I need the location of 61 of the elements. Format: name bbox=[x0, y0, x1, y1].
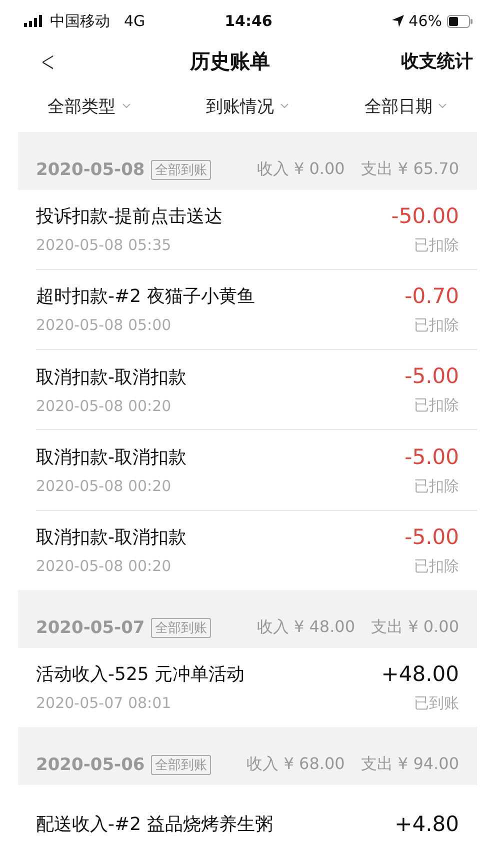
transaction-amount: -50.00 bbox=[391, 204, 459, 228]
filter-dropdown[interactable]: 全部类型 bbox=[48, 94, 131, 118]
income-total: 收入 ¥ 48.00 bbox=[256, 616, 356, 638]
transaction-status: 已扣除 bbox=[414, 316, 459, 335]
transaction-title: 投诉扣款-提前点击送达 bbox=[36, 205, 222, 228]
transaction-status: 已扣除 bbox=[414, 476, 459, 496]
transaction-status: 已扣除 bbox=[414, 236, 459, 255]
transaction-time: 2020-05-08 00:20 bbox=[36, 557, 172, 576]
back-button[interactable]: < bbox=[40, 44, 55, 78]
transaction-status: 已扣除 bbox=[414, 556, 459, 576]
group-date: 2020-05-07 bbox=[36, 618, 145, 638]
transaction-row[interactable]: 取消扣款-取消扣款 2020-05-08 00:20 -5.00 已扣除 bbox=[36, 510, 477, 590]
status-tag: 全部到账 bbox=[150, 754, 211, 775]
statistics-link[interactable]: 收支统计 bbox=[401, 49, 473, 74]
transaction-title: 取消扣款-取消扣款 bbox=[36, 526, 186, 550]
group-date: 2020-05-08 bbox=[36, 160, 145, 180]
transaction-amount: +4.80 bbox=[394, 812, 459, 836]
battery-icon bbox=[447, 14, 473, 28]
page-title: 历史账单 bbox=[190, 48, 270, 75]
transaction-time: 2020-05-08 00:20 bbox=[36, 396, 172, 415]
income-total: 收入 ¥ 0.00 bbox=[256, 158, 345, 180]
expense-total: 支出 ¥ 65.70 bbox=[360, 158, 459, 180]
income-total: 收入 ¥ 68.00 bbox=[246, 754, 345, 775]
signal-icon bbox=[24, 15, 44, 28]
transaction-row[interactable]: 配送收入-#2 益品烧烤养生粥 +4.80 bbox=[36, 784, 477, 864]
battery-percent: 46% bbox=[408, 12, 442, 30]
chevron-down-icon bbox=[280, 103, 289, 110]
transaction-title: 取消扣款-取消扣款 bbox=[36, 446, 186, 470]
transaction-time: 2020-05-07 08:01 bbox=[36, 694, 172, 712]
transaction-status: 已扣除 bbox=[414, 396, 459, 416]
transaction-amount: +48.00 bbox=[381, 662, 459, 686]
transaction-time: 2020-05-08 05:35 bbox=[36, 236, 172, 254]
status-tag: 全部到账 bbox=[150, 160, 211, 180]
expense-total: 支出 ¥ 94.00 bbox=[360, 754, 459, 775]
transaction-amount: -0.70 bbox=[404, 284, 459, 308]
transaction-status: 已到账 bbox=[414, 694, 459, 713]
carrier-name: 中国移动 bbox=[50, 12, 110, 31]
transaction-title: 配送收入-#2 益品烧烤养生粥 bbox=[36, 813, 273, 836]
network-type: 4G bbox=[124, 12, 146, 30]
filter-dropdown[interactable]: 到账情况 bbox=[206, 94, 289, 118]
transaction-title: 取消扣款-取消扣款 bbox=[36, 366, 186, 389]
expense-total: 支出 ¥ 0.00 bbox=[371, 616, 459, 638]
transaction-row[interactable]: 超时扣款-#2 夜猫子小黄鱼 2020-05-08 05:00 -0.70 已扣除 bbox=[36, 270, 477, 350]
transaction-row[interactable]: 取消扣款-取消扣款 2020-05-08 00:20 -5.00 已扣除 bbox=[36, 430, 477, 511]
transaction-title: 活动收入-525 元冲单活动 bbox=[36, 663, 245, 686]
chevron-down-icon bbox=[438, 103, 448, 110]
transaction-amount: -5.00 bbox=[404, 444, 459, 469]
group-date: 2020-05-06 bbox=[36, 754, 145, 775]
transaction-row[interactable]: 投诉扣款-提前点击送达 2020-05-08 05:35 -50.00 已扣除 bbox=[36, 190, 477, 270]
location-arrow-icon bbox=[392, 15, 404, 28]
transaction-time: 2020-05-08 05:00 bbox=[36, 316, 172, 334]
transaction-amount: -5.00 bbox=[404, 524, 459, 549]
transaction-title: 超时扣款-#2 夜猫子小黄鱼 bbox=[36, 285, 255, 308]
chevron-down-icon bbox=[122, 103, 131, 110]
filter-dropdown[interactable]: 全部日期 bbox=[364, 94, 448, 118]
status-tag: 全部到账 bbox=[150, 618, 211, 638]
clock-time: 14:46 bbox=[224, 12, 272, 30]
transaction-amount: -5.00 bbox=[404, 364, 459, 388]
transaction-row[interactable]: 取消扣款-取消扣款 2020-05-08 00:20 -5.00 已扣除 bbox=[36, 350, 477, 430]
transaction-row[interactable]: 活动收入-525 元冲单活动 2020-05-07 08:01 +48.00 已到账 bbox=[36, 648, 477, 727]
transaction-time: 2020-05-08 00:20 bbox=[36, 477, 172, 496]
